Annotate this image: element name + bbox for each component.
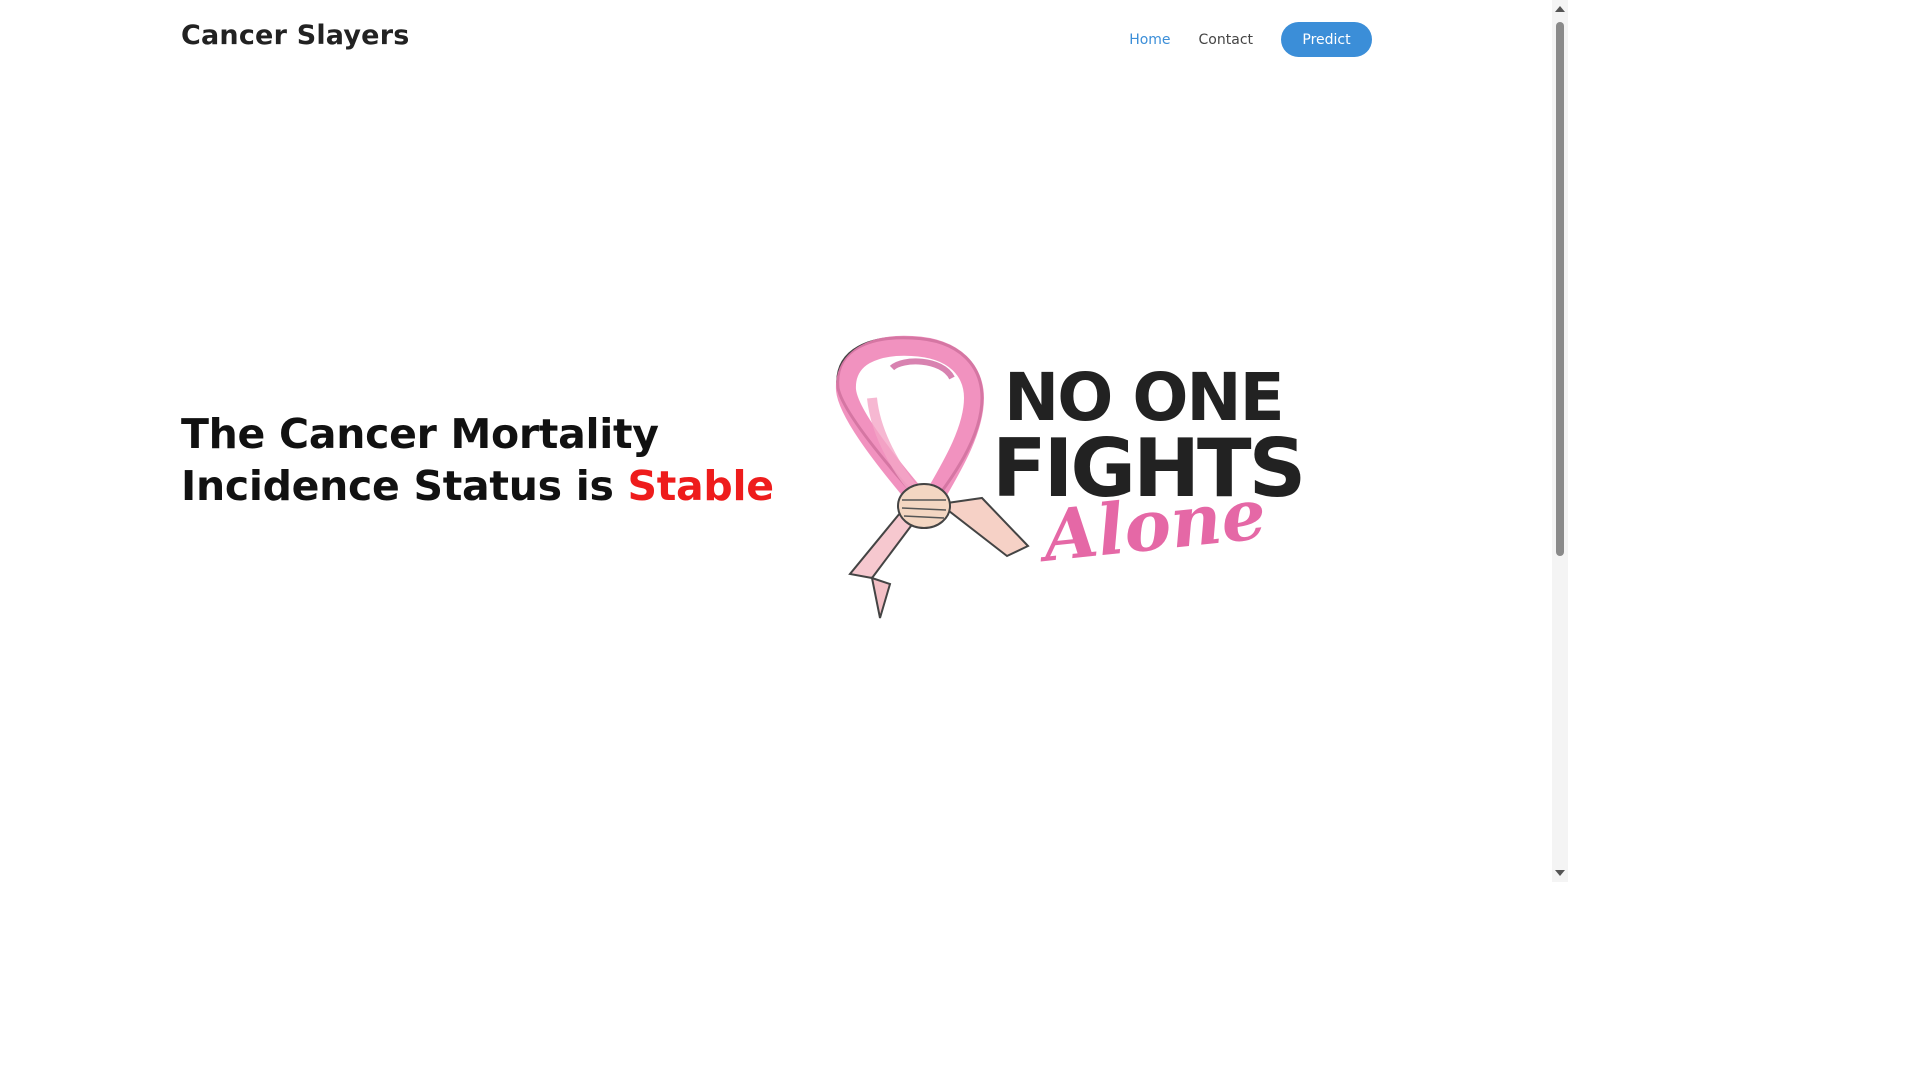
nav-home-link[interactable]: Home <box>1129 32 1170 48</box>
headline-line2-prefix: Incidence Status is <box>181 462 628 510</box>
scroll-down-arrow-icon[interactable] <box>1555 870 1565 876</box>
no-one-fights-alone-logo: NO ONE FIGHTS Alone <box>835 335 1306 619</box>
main-nav: Home Contact Predict <box>1101 22 1372 57</box>
scrollbar-thumb[interactable] <box>1556 22 1564 556</box>
status-headline: The Cancer Mortality Incidence Status is … <box>181 408 774 512</box>
scrollbar[interactable] <box>1552 0 1568 882</box>
page: Cancer Slayers Home Contact Predict The … <box>0 0 1568 882</box>
headline-line1: The Cancer Mortality <box>181 410 659 458</box>
status-value: Stable <box>627 462 775 510</box>
predict-button[interactable]: Predict <box>1281 22 1372 57</box>
scroll-up-arrow-icon[interactable] <box>1555 6 1565 12</box>
nav-contact-link[interactable]: Contact <box>1199 32 1253 48</box>
brand-title[interactable]: Cancer Slayers <box>181 20 409 51</box>
